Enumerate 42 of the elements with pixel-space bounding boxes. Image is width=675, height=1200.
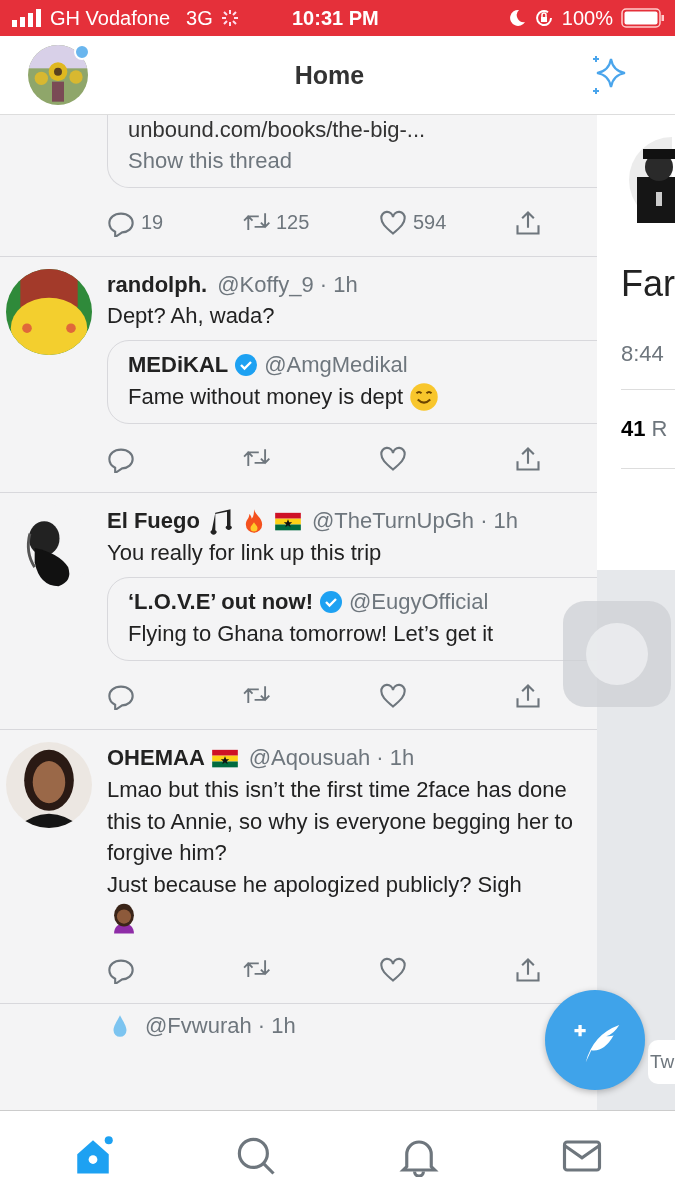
tweet-text: Lmao but this isn’t the first time 2face has done this to Annie, so why is everyone begging her to forgive him? Just because he apologized publicly? Sigh [107, 775, 574, 900]
author-handle: @Aqousuah · 1h [248, 743, 415, 772]
tweet-text: Fame without money is dept [128, 383, 404, 412]
like-icon [379, 208, 407, 237]
retweet-count: 125 [276, 211, 310, 235]
like-icon [379, 681, 407, 710]
notification-dot [74, 44, 90, 60]
author-name: ‘L.O.V.E’ out now! [128, 587, 313, 616]
tweet-timestamp: 8:44 [621, 341, 665, 367]
retweet-count: 41 [621, 416, 646, 441]
author-name: MEDiKAL [128, 351, 229, 380]
author-handle: @Fvwurah · 1h [145, 1012, 296, 1041]
link-text: unbound.com/books/the-big-... [128, 116, 427, 144]
author-handle: @Koffy_9 · 1h [217, 270, 358, 299]
author-name: OHEMAA [107, 743, 205, 772]
activity-spinner-icon [220, 9, 239, 27]
author-name: randolph. [107, 270, 208, 299]
network-type: 3G [186, 6, 213, 30]
author-handle: @AmgMedikal [264, 351, 408, 380]
share-icon [514, 956, 542, 985]
clock-time: 10:31 PM [292, 6, 379, 30]
reply-count: 19 [141, 211, 164, 235]
author-name: El Fuego [107, 507, 200, 536]
count-label: R [651, 416, 668, 441]
author-handle: @EugyOfficial [349, 587, 489, 616]
share-icon [514, 445, 542, 474]
profile-avatar[interactable] [28, 45, 88, 105]
author-handle: @TheTurnUpGh · 1h [311, 507, 519, 536]
tweet-text: Flying to Ghana tomorrow! Let’s get it [128, 619, 494, 648]
battery-percent: 100% [561, 6, 613, 30]
reply-field[interactable]: Tw [648, 1040, 675, 1084]
rotation-lock-icon [533, 8, 554, 28]
battery-icon [621, 8, 665, 28]
tweet-text: Far [621, 263, 675, 305]
page-title: Home [294, 60, 365, 90]
tweet-text: Dept? Ah, wada? [107, 302, 276, 331]
signal-icon [12, 9, 42, 27]
show-thread-link[interactable]: Show this thread [128, 145, 597, 177]
carrier-name: GH Vodafone [50, 6, 171, 30]
tweet-text: You really for link up this trip [107, 539, 383, 568]
moon-icon [507, 9, 526, 27]
like-count: 594 [413, 211, 447, 235]
